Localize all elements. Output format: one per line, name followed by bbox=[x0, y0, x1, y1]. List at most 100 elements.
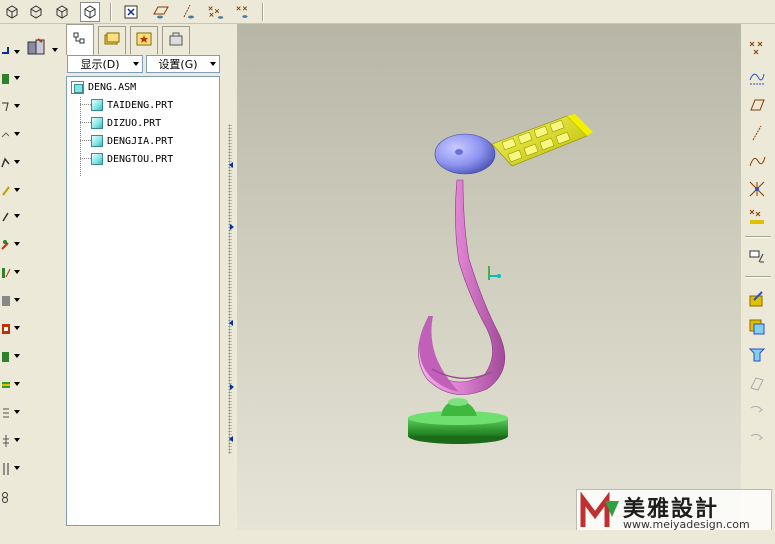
collapse-left-icon[interactable] bbox=[229, 320, 233, 326]
datum-display-toggle-icon[interactable] bbox=[121, 2, 141, 22]
navigator-tabs bbox=[64, 24, 222, 55]
tree-connector bbox=[80, 122, 91, 123]
tree-item-label: DENGJIA.PRT bbox=[107, 135, 174, 147]
tab-favorites[interactable] bbox=[130, 26, 158, 54]
round-tool-icon[interactable] bbox=[0, 290, 22, 312]
collapse-left-icon[interactable] bbox=[229, 162, 233, 168]
assembly-icon bbox=[71, 80, 84, 94]
pattern-icon[interactable] bbox=[746, 344, 768, 366]
coordinate-system-icon[interactable] bbox=[746, 206, 768, 228]
graphics-viewport[interactable] bbox=[237, 24, 741, 530]
tab-connections[interactable] bbox=[162, 26, 190, 54]
mirror-tool-icon[interactable] bbox=[0, 374, 22, 396]
sketch-curve-icon[interactable] bbox=[746, 66, 768, 88]
toolbar-separator bbox=[110, 3, 112, 21]
sweep-tool-icon[interactable] bbox=[0, 124, 22, 146]
lamp-shade[interactable] bbox=[491, 114, 593, 167]
trim-tool-icon[interactable] bbox=[0, 402, 22, 424]
component-operation-tool[interactable] bbox=[24, 38, 62, 68]
panel-sash[interactable] bbox=[225, 24, 237, 530]
sash-grip[interactable] bbox=[228, 124, 232, 454]
chevron-down-icon bbox=[210, 62, 216, 66]
merge-tool-icon[interactable] bbox=[0, 486, 22, 508]
rib-tool-icon[interactable] bbox=[0, 234, 22, 256]
datum-point-icon[interactable] bbox=[746, 38, 768, 60]
axis-triad-icon bbox=[488, 266, 501, 280]
top-toolbar bbox=[0, 0, 775, 24]
view-cube-nohidden-icon[interactable] bbox=[52, 2, 72, 22]
draft-tool-icon[interactable] bbox=[0, 262, 22, 284]
part-icon bbox=[91, 153, 103, 165]
connections-icon bbox=[168, 32, 184, 49]
watermark: 美雅設計 www.meiyadesign.com bbox=[576, 489, 772, 533]
datum-axis-display-icon[interactable] bbox=[178, 2, 198, 22]
assembly-component-icon[interactable] bbox=[746, 288, 768, 310]
revolve-tool-icon[interactable] bbox=[0, 96, 22, 118]
tree-item-part[interactable]: DENGJIA.PRT bbox=[91, 133, 173, 149]
thicken-tool-icon[interactable] bbox=[0, 458, 22, 480]
tree-connector bbox=[80, 104, 91, 105]
tree-item-label: DIZUO.PRT bbox=[107, 117, 162, 129]
status-bar bbox=[0, 530, 775, 544]
folder-icon bbox=[104, 32, 120, 49]
view-cube-wireframe-icon[interactable] bbox=[2, 2, 22, 22]
tree-dropdown-row: 显示(D) 设置(G) bbox=[66, 54, 222, 74]
tree-item-assembly[interactable]: DENG.ASM bbox=[71, 79, 136, 95]
datum-plane-display-icon[interactable] bbox=[150, 2, 170, 22]
tree-connector bbox=[80, 140, 91, 141]
part-icon bbox=[91, 117, 103, 129]
left-toolbar bbox=[0, 26, 24, 544]
datum-point-display-icon[interactable] bbox=[206, 2, 226, 22]
expand-right-icon[interactable] bbox=[230, 224, 234, 230]
settings-dropdown[interactable]: 设置(G) bbox=[146, 55, 220, 73]
toolbar-separator bbox=[262, 3, 264, 21]
expand-right-icon[interactable] bbox=[230, 384, 234, 390]
create-component-icon[interactable] bbox=[746, 316, 768, 338]
tree-connector bbox=[80, 97, 81, 176]
chamfer-tool-icon[interactable] bbox=[0, 318, 22, 340]
extrude-tool-icon[interactable] bbox=[0, 68, 22, 90]
tab-folder-browser[interactable] bbox=[98, 26, 126, 54]
tree-item-label: TAIDENG.PRT bbox=[107, 99, 174, 111]
view-cube-shaded-icon[interactable] bbox=[80, 2, 100, 22]
coordinate-system-display-icon[interactable] bbox=[234, 2, 254, 22]
offset-tool-icon[interactable] bbox=[0, 430, 22, 452]
model-tree-panel: 显示(D) 设置(G) DENG.ASM TAIDENG.PRT DIZUO.P… bbox=[64, 24, 222, 528]
chevron-down-icon bbox=[133, 62, 139, 66]
toolbar-separator bbox=[745, 236, 771, 238]
collapse-left-icon[interactable] bbox=[229, 436, 233, 442]
part-icon bbox=[91, 99, 103, 111]
shell-tool-icon[interactable] bbox=[0, 206, 22, 228]
tree-item-part[interactable]: TAIDENG.PRT bbox=[91, 97, 173, 113]
lamp-base[interactable] bbox=[408, 398, 508, 444]
lamp-head[interactable] bbox=[434, 133, 496, 175]
tree-item-label: DENG.ASM bbox=[88, 81, 137, 93]
datum-curve-icon[interactable] bbox=[746, 150, 768, 172]
datum-axis-icon[interactable] bbox=[746, 122, 768, 144]
datum-point-tool-icon[interactable] bbox=[746, 178, 768, 200]
show-dropdown-label: 显示(D) bbox=[80, 58, 120, 71]
tree-item-part[interactable]: DENGTOU.PRT bbox=[91, 151, 173, 167]
datum-plane-icon[interactable] bbox=[746, 94, 768, 116]
mirror-icon[interactable] bbox=[746, 372, 768, 394]
model-tree: DENG.ASM TAIDENG.PRT DIZUO.PRT DENGJIA.P… bbox=[66, 76, 220, 526]
right-toolbar bbox=[741, 24, 775, 530]
tree-connector bbox=[80, 158, 91, 159]
analysis-icon[interactable] bbox=[746, 246, 768, 268]
toolbar-separator bbox=[745, 276, 771, 278]
tab-model-tree[interactable] bbox=[66, 24, 94, 55]
lamp-arm[interactable] bbox=[418, 179, 506, 395]
blend-tool-icon[interactable] bbox=[0, 152, 22, 174]
view-cube-hidden-icon[interactable] bbox=[26, 2, 46, 22]
tree-item-part[interactable]: DIZUO.PRT bbox=[91, 115, 161, 131]
rotate-alt-icon[interactable] bbox=[746, 428, 768, 450]
hole-tool-icon[interactable] bbox=[0, 180, 22, 202]
insert-feature-icon[interactable] bbox=[0, 42, 22, 64]
model-tree-icon bbox=[73, 32, 87, 49]
settings-dropdown-label: 设置(G) bbox=[158, 58, 198, 71]
rotate-icon[interactable] bbox=[746, 400, 768, 422]
show-dropdown[interactable]: 显示(D) bbox=[67, 55, 143, 73]
pattern-tool-icon[interactable] bbox=[0, 346, 22, 368]
favorites-icon bbox=[136, 32, 152, 49]
lamp-model[interactable] bbox=[237, 24, 741, 530]
